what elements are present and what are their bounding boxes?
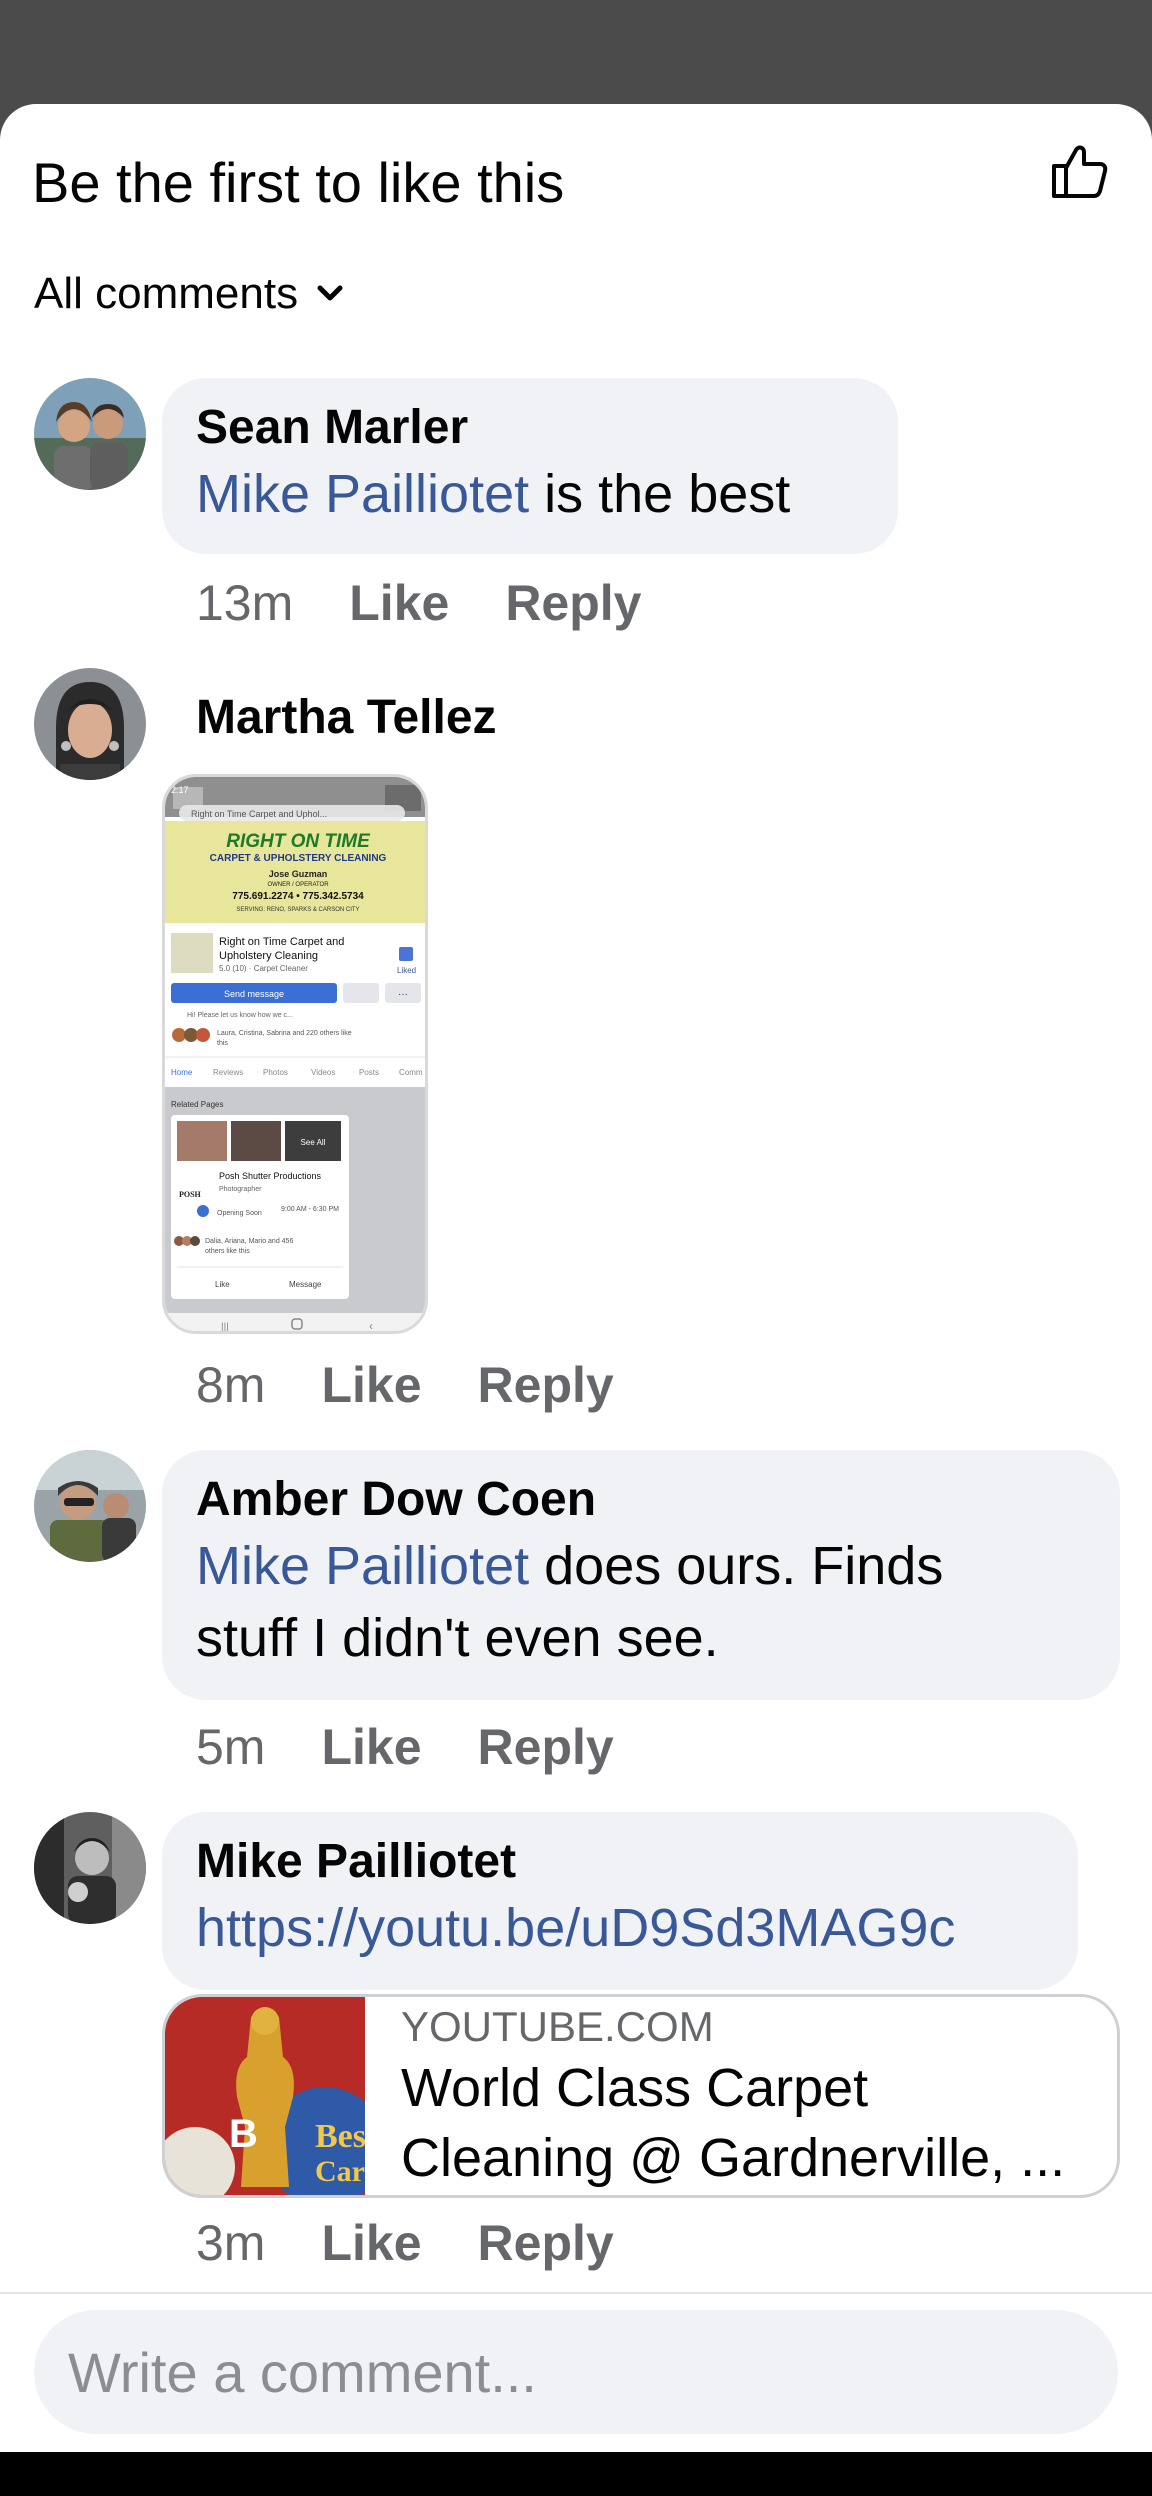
svg-text:this: this	[217, 1040, 228, 1047]
link-preview-card[interactable]: Best Car B YOUTUBE.COM World Class Carpe…	[162, 1994, 1120, 2198]
svg-text:Jose Guzman: Jose Guzman	[269, 869, 328, 879]
svg-text:9:00 AM - 6:30 PM: 9:00 AM - 6:30 PM	[281, 1206, 339, 1213]
comment-text: Mike Pailliotet is the best	[196, 464, 791, 524]
svg-text:5.0 (10) · Carpet Cleaner: 5.0 (10) · Carpet Cleaner	[219, 964, 308, 973]
comment-filter-dropdown[interactable]: All comments	[34, 266, 350, 322]
svg-text:Right on Time Carpet and: Right on Time Carpet and	[219, 936, 344, 948]
comments-sheet: Be the first to like this All comments S…	[0, 104, 1152, 2452]
svg-text:Best: Best	[315, 2118, 365, 2155]
dimmed-background[interactable]	[0, 0, 1152, 110]
reply-button[interactable]: Reply	[505, 574, 641, 632]
svg-text:Opening Soon: Opening Soon	[217, 1210, 262, 1217]
reactions-summary[interactable]: Be the first to like this	[32, 150, 564, 215]
avatar[interactable]	[34, 1450, 146, 1562]
comment-text: https://youtu.be/uD9Sd3MAG9c	[196, 1892, 1044, 1964]
page-screenshot-image: 2:17 Right on Time Carpet and Uphol... R…	[165, 777, 425, 1333]
comment-actions: 13m Like Reply	[196, 574, 698, 632]
svg-text:CARPET & UPHOLSTERY CLEANING: CARPET & UPHOLSTERY CLEANING	[210, 853, 387, 864]
comment-actions: 5m Like Reply	[196, 1718, 670, 1776]
reply-button[interactable]: Reply	[478, 2214, 614, 2272]
svg-text:‹: ‹	[369, 1319, 373, 1333]
video-thumbnail: Best Car B	[165, 1997, 365, 2195]
commenter-name[interactable]: Martha Tellez	[196, 690, 497, 745]
avatar[interactable]	[34, 668, 146, 780]
comment-input[interactable]	[34, 2310, 1118, 2434]
svg-text:775.691.2274 • 775.342.5734: 775.691.2274 • 775.342.5734	[232, 891, 364, 902]
svg-text:Message: Message	[289, 1280, 322, 1289]
like-button[interactable]: Like	[321, 1356, 421, 1414]
like-button[interactable]: Like	[321, 2214, 421, 2272]
comment-time: 13m	[196, 575, 294, 631]
comment-time: 3m	[196, 2215, 266, 2271]
reactions-header: Be the first to like this	[32, 138, 1120, 214]
svg-text:2:17: 2:17	[171, 785, 189, 795]
svg-text:Posh Shutter Productions: Posh Shutter Productions	[219, 1171, 322, 1181]
svg-text:Car: Car	[315, 2155, 365, 2188]
svg-text:Right on Time Carpet and Uphol: Right on Time Carpet and Uphol...	[191, 809, 327, 819]
chevron-down-icon	[317, 285, 343, 301]
svg-text:POSH: POSH	[179, 1190, 202, 1199]
svg-text:Like: Like	[215, 1280, 230, 1289]
svg-text:SERVING: RENO, SPARKS & CARSON: SERVING: RENO, SPARKS & CARSON CITY	[236, 907, 359, 913]
svg-text:···: ···	[398, 989, 408, 1000]
commenter-name[interactable]: Amber Dow Coen	[196, 1470, 1086, 1530]
svg-text:RIGHT ON TIME: RIGHT ON TIME	[226, 831, 371, 852]
reply-button[interactable]: Reply	[478, 1356, 614, 1414]
svg-text:Videos: Videos	[311, 1068, 335, 1077]
avatar[interactable]	[34, 1812, 146, 1924]
commenter-name[interactable]: Sean Marler	[196, 398, 864, 458]
url-link[interactable]: https://youtu.be/uD9Sd3MAG9c	[196, 1898, 955, 1958]
svg-text:See All: See All	[301, 1138, 326, 1147]
comment-actions: 3m Like Reply	[196, 2214, 670, 2272]
svg-text:|||: |||	[221, 1322, 229, 1333]
avatar[interactable]	[34, 378, 146, 490]
link-title: World Class Carpet Cleaning @ Gardnervil…	[401, 2058, 1066, 2188]
svg-text:Upholstery Cleaning: Upholstery Cleaning	[219, 950, 318, 962]
like-button[interactable]: Like	[321, 1718, 421, 1776]
composer-divider	[0, 2292, 1152, 2294]
thumbs-up-icon[interactable]	[1048, 138, 1112, 202]
comment-time: 5m	[196, 1719, 266, 1775]
svg-text:Related Pages: Related Pages	[171, 1100, 223, 1109]
svg-text:Liked: Liked	[397, 966, 416, 975]
mention-link[interactable]: Mike Pailliotet	[196, 464, 529, 524]
commenter-name[interactable]: Mike Pailliotet	[196, 1832, 1044, 1892]
comment-text: Mike Pailliotet does ours. Finds stuff I …	[196, 1536, 944, 1668]
svg-text:Laura, Cristina, Sabrina and 2: Laura, Cristina, Sabrina and 220 others …	[217, 1030, 352, 1037]
svg-text:Comm: Comm	[399, 1068, 423, 1077]
svg-text:Hi! Please let us know how we: Hi! Please let us know how we c...	[187, 1012, 293, 1019]
reply-button[interactable]: Reply	[478, 1718, 614, 1776]
comment-bubble[interactable]: Sean Marler Mike Pailliotet is the best	[162, 378, 898, 554]
comment-composer[interactable]	[34, 2310, 1118, 2434]
svg-text:Send message: Send message	[224, 989, 284, 999]
system-nav-bar	[0, 2452, 1152, 2496]
comment-filter-label: All comments	[34, 269, 299, 318]
svg-text:Posts: Posts	[359, 1068, 379, 1077]
comment-bubble[interactable]: Amber Dow Coen Mike Pailliotet does ours…	[162, 1450, 1120, 1700]
svg-text:Dalia, Ariana, Mario and 456: Dalia, Ariana, Mario and 456	[205, 1238, 293, 1245]
svg-text:Photos: Photos	[263, 1068, 288, 1077]
comment-time: 8m	[196, 1357, 266, 1413]
svg-text:others like this: others like this	[205, 1248, 250, 1255]
comment-actions: 8m Like Reply	[196, 1356, 670, 1414]
svg-text:Photographer: Photographer	[219, 1186, 262, 1193]
link-domain: YOUTUBE.COM	[401, 2003, 714, 2050]
comment-bubble[interactable]: Mike Pailliotet https://youtu.be/uD9Sd3M…	[162, 1812, 1078, 1990]
mention-link[interactable]: Mike Pailliotet	[196, 1536, 529, 1596]
svg-text:OWNER / OPERATOR: OWNER / OPERATOR	[267, 882, 329, 888]
svg-text:Home: Home	[171, 1068, 193, 1077]
image-attachment[interactable]: 2:17 Right on Time Carpet and Uphol... R…	[162, 774, 428, 1334]
svg-text:Reviews: Reviews	[213, 1068, 243, 1077]
like-button[interactable]: Like	[349, 574, 449, 632]
svg-text:B: B	[229, 2112, 258, 2156]
